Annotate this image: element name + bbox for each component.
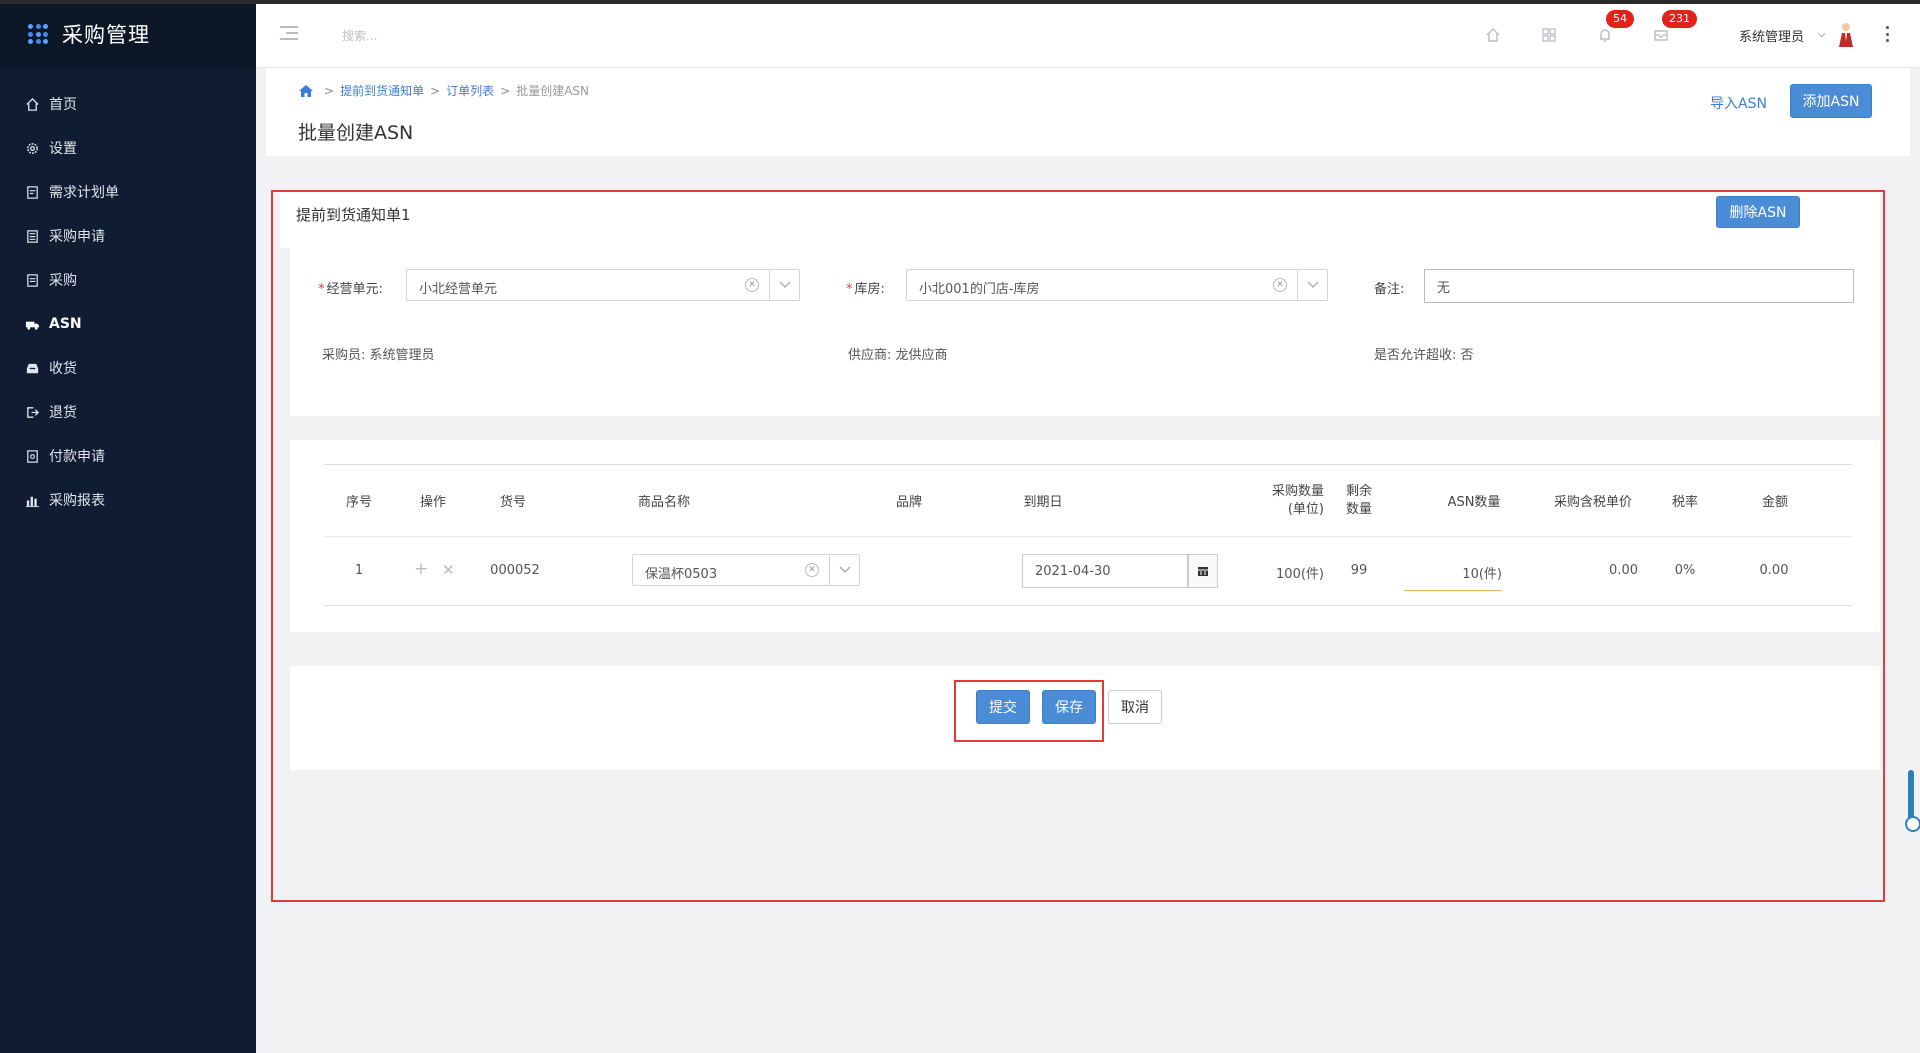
sidebar-item-settings[interactable]: 设置 [0,126,256,170]
top-header: 54 231 系统管理员 ⌵ [256,4,1920,68]
home-icon [24,96,40,112]
sidebar-item-purchase-request[interactable]: 采购申请 [0,214,256,258]
sidebar-item-label: ASN [49,316,82,332]
home-shortcut-icon[interactable] [1484,26,1502,44]
sidebar-item-reports[interactable]: 采购报表 [0,478,256,522]
sidebar-item-label: 采购报表 [49,493,105,509]
apps-grid-icon[interactable] [1540,26,1558,44]
import-asn-button[interactable]: 导入ASN [1710,93,1767,113]
page-title: 批量创建ASN [298,122,414,144]
sidebar-menu: 首页 设置 需求计划单 采购申请 采购 ASN 收货 退货 付款申请 采购报表 [0,82,256,522]
payment-doc-icon [24,448,40,464]
avatar[interactable] [1836,21,1856,47]
sidebar-item-label: 首页 [49,97,77,113]
sidebar-item-home[interactable]: 首页 [0,82,256,126]
chevron-down-icon[interactable]: ⌵ [1818,29,1826,40]
sidebar-item-label: 需求计划单 [49,185,119,201]
brand[interactable]: 采购管理 [0,0,256,68]
gear-icon [24,140,40,156]
title-bar: > 提前到货通知单 > 订单列表 > 批量创建ASN 批量创建ASN 导入ASN… [266,68,1910,156]
sidebar-item-label: 设置 [49,141,77,157]
app-grid-icon [28,24,48,44]
messages-badge: 231 [1662,10,1697,28]
truck-icon [24,316,40,332]
add-asn-button[interactable]: 添加ASN [1790,84,1872,118]
more-options-icon[interactable] [1886,26,1890,42]
sidebar-item-return[interactable]: 退货 [0,390,256,434]
window-top-strip [0,0,1920,4]
sidebar-item-receiving[interactable]: 收货 [0,346,256,390]
doc-icon [24,272,40,288]
menu-toggle-icon[interactable] [280,26,298,42]
edit-doc-icon [24,184,40,200]
sidebar-item-purchase[interactable]: 采购 [0,258,256,302]
inbox-icon [24,360,40,376]
sidebar-item-label: 采购 [49,273,77,289]
notifications-badge: 54 [1606,10,1634,28]
sidebar-item-payment-request[interactable]: 付款申请 [0,434,256,478]
sidebar-item-label: 退货 [49,405,77,421]
highlight-panel-box [271,190,1885,902]
sidebar: 采购管理 首页 设置 需求计划单 采购申请 采购 ASN 收货 退货 付款申请 … [0,0,256,1053]
sidebar-item-asn[interactable]: ASN [0,302,256,346]
breadcrumb: > 提前到货通知单 > 订单列表 > 批量创建ASN [298,82,589,99]
user-name[interactable]: 系统管理员 [1739,26,1804,45]
breadcrumb-separator: > [500,83,511,98]
breadcrumb-separator: > [430,83,441,98]
scroll-indicator[interactable] [1905,770,1920,832]
breadcrumb-separator: > [324,83,335,98]
sidebar-item-label: 采购申请 [49,229,105,245]
notification-bell-icon[interactable]: 54 [1596,10,1634,44]
app-title: 采购管理 [62,23,150,47]
message-box-icon[interactable]: 231 [1652,10,1697,44]
breadcrumb-current: 批量创建ASN [516,84,590,98]
return-icon [24,404,40,420]
breadcrumb-home-icon[interactable] [298,84,314,98]
breadcrumb-advance-notice[interactable]: 提前到货通知单 [340,82,424,99]
sidebar-item-label: 收货 [49,361,77,377]
sidebar-item-label: 付款申请 [49,449,105,465]
list-doc-icon [24,228,40,244]
bar-chart-icon [24,492,40,508]
search-input[interactable] [342,24,562,48]
sidebar-item-demand-plan[interactable]: 需求计划单 [0,170,256,214]
highlight-buttons-box [954,680,1104,742]
breadcrumb-order-list[interactable]: 订单列表 [446,82,494,99]
